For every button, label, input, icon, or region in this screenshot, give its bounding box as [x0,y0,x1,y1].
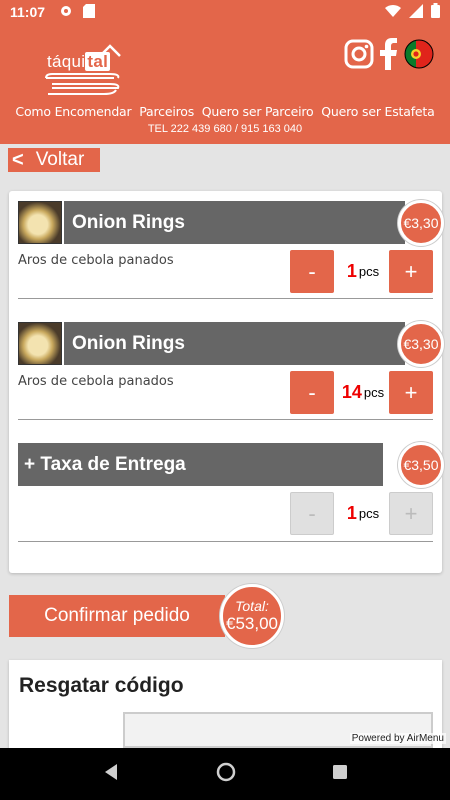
system-nav-bar [0,748,450,800]
total-label: Total: [235,598,269,614]
quantity-unit: pcs [363,385,385,400]
redeem-code-card: Resgatar código [9,660,442,760]
order-item: Onion Rings €3,30 Aros de cebola panados… [18,200,444,301]
quantity-value: 1 [346,503,357,523]
recents-nav-icon[interactable] [332,764,348,784]
header-nav: Como Encomendar Parceiros Quero ser Parc… [0,104,450,119]
item-name: Onion Rings [64,322,405,365]
total-value: €53,00 [226,614,278,633]
back-button[interactable]: < Voltar [8,148,100,172]
nav-quero-ser-estafeta[interactable]: Quero ser Estafeta [321,104,434,119]
wifi-icon [385,4,401,21]
back-nav-icon[interactable] [102,763,120,785]
item-price-badge: €3,30 [398,321,444,367]
portugal-flag-icon[interactable] [404,39,434,73]
item-price-badge: €3,30 [398,200,444,246]
increase-quantity-button[interactable]: + [389,371,433,414]
divider [18,541,433,542]
item-description: Aros de cebola panados [18,253,174,268]
sd-card-icon [83,3,96,21]
item-quantity: 14 pcs [338,371,388,414]
quantity-value: 1 [346,261,357,281]
delivery-quantity: 1 pcs [338,492,388,535]
settings-gear-icon [59,4,73,21]
order-total-badge: Total: €53,00 [220,584,284,648]
instagram-icon[interactable] [344,39,374,73]
logo-text-tal: tal [85,52,111,71]
delivery-fee-name: + Taxa de Entrega [18,443,383,486]
battery-icon [431,3,440,21]
divider [18,419,433,420]
nav-parceiros[interactable]: Parceiros [139,104,194,119]
increase-quantity-button[interactable]: + [389,250,433,293]
chevron-left-icon: < [12,148,24,171]
redeem-code-title: Resgatar código [19,674,184,697]
confirm-order-button[interactable]: Confirmar pedido [9,595,225,637]
social-links [344,38,434,74]
order-card: Onion Rings €3,30 Aros de cebola panados… [9,191,444,573]
powered-by-label: Powered by AirMenu [349,733,446,744]
signal-icon [409,3,423,21]
onion-rings-thumbnail [18,322,62,365]
item-quantity: 1 pcs [338,250,388,293]
delivery-fee-price-badge: €3,50 [398,442,444,488]
phone-numbers: TEL 222 439 680 / 915 163 040 [147,123,303,135]
logo-text-main: táqui [47,52,86,71]
status-bar: 11:07 [0,0,450,24]
status-time: 11:07 [10,4,46,20]
quantity-unit: pcs [358,506,380,521]
decrease-quantity-button-disabled: - [290,492,334,535]
increase-quantity-button-disabled: + [389,492,433,535]
logo-text: táqui tal [47,52,111,72]
divider [18,298,433,299]
decrease-quantity-button[interactable]: - [290,371,334,414]
item-name: Onion Rings [64,201,405,244]
taquital-logo[interactable]: táqui tal [44,44,134,102]
app-header: táqui tal Como Encomendar Parceiros Quero… [0,24,450,144]
decrease-quantity-button[interactable]: - [290,250,334,293]
facebook-icon[interactable] [380,38,398,74]
item-description: Aros de cebola panados [18,374,174,389]
order-item: Onion Rings €3,30 Aros de cebola panados… [18,321,444,422]
quantity-value: 14 [341,382,362,402]
nav-como-encomendar[interactable]: Como Encomendar [15,104,131,119]
quantity-unit: pcs [358,264,380,279]
nav-quero-ser-parceiro[interactable]: Quero ser Parceiro [202,104,314,119]
home-nav-icon[interactable] [216,762,236,786]
onion-rings-thumbnail [18,201,62,244]
delivery-fee-item: + Taxa de Entrega €3,50 - 1 pcs + [18,442,444,543]
back-label: Voltar [35,149,85,170]
